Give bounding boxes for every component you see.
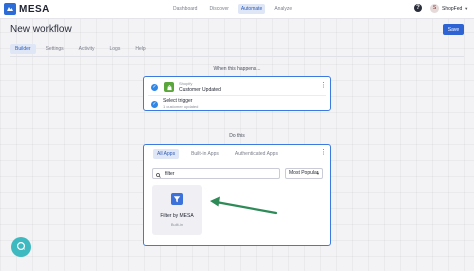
workflow-tabs: Builder Settings Activity Logs Help — [10, 44, 151, 54]
filter-icon — [171, 193, 183, 205]
save-button[interactable]: Save — [443, 24, 464, 35]
chat-button[interactable] — [11, 237, 31, 257]
page-title: New workflow — [10, 24, 72, 35]
user-name: ShopFed — [442, 5, 463, 12]
trigger-step-row[interactable]: ✓ Select trigger 1 customer updated — [151, 98, 198, 110]
brand-logo[interactable]: MESA — [4, 3, 50, 15]
mesa-logo-icon — [4, 3, 16, 15]
tab-help[interactable]: Help — [130, 44, 150, 54]
top-bar: MESA Dashboard Discover Automate Analyze… — [0, 0, 474, 19]
avatar: S — [430, 4, 439, 13]
nav-automate[interactable]: Automate — [237, 4, 266, 14]
search-icon — [156, 165, 161, 183]
tab-divider — [10, 56, 464, 57]
app-search[interactable] — [152, 168, 280, 179]
help-icon[interactable]: ? — [414, 4, 422, 12]
tab-settings[interactable]: Settings — [41, 44, 69, 54]
check-icon: ✓ — [151, 100, 158, 108]
kebab-menu-icon[interactable]: ⋮ — [320, 149, 327, 156]
app-tile-subtitle: Built-in — [170, 222, 184, 227]
tab-built-in-apps[interactable]: Built-in Apps — [187, 149, 223, 159]
user-menu[interactable]: S ShopFed ▼ — [430, 4, 468, 13]
app-tabs: All Apps Built-in Apps Authenticated App… — [153, 149, 282, 159]
trigger-heading: When this happens... — [213, 66, 261, 72]
tab-logs[interactable]: Logs — [105, 44, 126, 54]
brand-name: MESA — [19, 3, 50, 15]
sort-value: Most Popular — [289, 170, 319, 176]
check-icon: ✓ — [151, 83, 158, 91]
action-heading: Do this — [229, 133, 245, 139]
nav-dashboard[interactable]: Dashboard — [170, 4, 200, 14]
trigger-event-label: Customer Updated — [179, 87, 221, 93]
tab-activity[interactable]: Activity — [74, 44, 100, 54]
tab-builder[interactable]: Builder — [10, 44, 36, 54]
app-tile-name: Filter by MESA — [160, 213, 194, 219]
search-input[interactable] — [165, 170, 275, 177]
chat-icon — [16, 238, 26, 256]
trigger-app-row[interactable]: ✓ Shopify Customer Updated — [151, 81, 221, 93]
kebab-menu-icon[interactable]: ⋮ — [320, 82, 327, 89]
trigger-card[interactable]: ✓ Shopify Customer Updated ⋮ ✓ Select tr… — [143, 76, 331, 111]
annotation-arrow — [210, 196, 278, 215]
tab-all-apps[interactable]: All Apps — [153, 149, 180, 159]
nav-analyze[interactable]: Analyze — [271, 4, 295, 14]
chevron-down-icon: ▼ — [316, 171, 320, 176]
main-nav: Dashboard Discover Automate Analyze — [170, 4, 295, 14]
chevron-down-icon: ▼ — [464, 6, 469, 11]
app-tile-filter[interactable]: Filter by MESA Built-in — [152, 185, 202, 235]
shopify-icon — [164, 82, 174, 92]
sort-select[interactable]: Most Popular ▼ — [285, 168, 323, 179]
trigger-step-subtitle: 1 customer updated — [163, 104, 199, 109]
nav-discover[interactable]: Discover — [206, 4, 231, 14]
trigger-divider — [148, 95, 326, 96]
tab-authenticated-apps[interactable]: Authenticated Apps — [231, 149, 282, 159]
